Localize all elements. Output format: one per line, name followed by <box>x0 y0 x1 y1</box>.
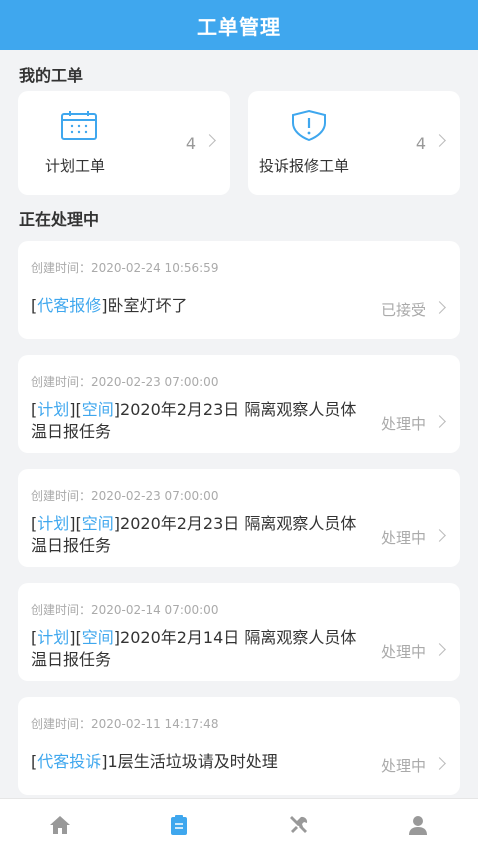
chevron-right-icon <box>433 301 446 314</box>
work-order-title: [代客投诉]1层生活垃圾请及时处理 <box>31 752 278 771</box>
tab-profile[interactable] <box>359 799 478 850</box>
status-label: 处理中 <box>380 643 426 661</box>
chevron-right-icon <box>203 134 216 147</box>
chevron-right-icon <box>433 757 446 770</box>
status-label: 已接受 <box>380 301 426 319</box>
work-order-text: 1层生活垃圾请及时处理 <box>107 752 278 771</box>
chevron-right-icon <box>433 529 446 542</box>
work-order-item[interactable]: 创建时间：2020-02-14 07:00:00 [计划][空间]2020年2月1… <box>18 583 460 681</box>
clipboard-icon <box>171 814 188 835</box>
complaint-order-label: 投诉报修工单 <box>259 157 350 175</box>
work-order-title: [代客报修]卧室灯坏了 <box>31 296 188 315</box>
created-time: 创建时间：2020-02-23 07:00:00 <box>31 489 219 503</box>
plan-order-card[interactable]: 计划工单 4 <box>18 91 230 195</box>
work-order-text: 卧室灯坏了 <box>107 296 188 315</box>
created-time: 创建时间：2020-02-14 07:00:00 <box>31 603 219 617</box>
complaint-order-card[interactable]: 投诉报修工单 4 <box>248 91 460 195</box>
plan-order-label: 计划工单 <box>45 157 106 175</box>
tab-home[interactable] <box>0 799 120 850</box>
work-order-tag: 计划 <box>37 514 70 533</box>
bottom-tabbar <box>0 798 478 850</box>
processing-title: 正在处理中 <box>19 210 100 229</box>
work-order-title: [计划][空间]2020年2月23日 隔离观察人员体温日报任务 <box>31 400 357 441</box>
work-order-text: 2020年2月23日 隔离观察人员体温日报任务 <box>31 514 357 555</box>
work-order-text: 2020年2月14日 隔离观察人员体温日报任务 <box>31 628 357 669</box>
my-orders-cards: 计划工单 4 投诉报修工单 4 <box>18 91 460 195</box>
chevron-right-icon <box>433 643 446 656</box>
work-order-item[interactable]: 创建时间：2020-02-23 07:00:00 [计划][空间]2020年2月2… <box>18 355 460 453</box>
tools-icon <box>289 815 307 833</box>
work-order-tag: 计划 <box>37 400 70 419</box>
status-label: 处理中 <box>380 757 426 775</box>
work-order-tag: 代客投诉 <box>37 752 102 771</box>
work-order-item[interactable]: 创建时间：2020-02-24 10:56:59 [代客报修]卧室灯坏了 已接受 <box>18 241 460 339</box>
home-icon <box>49 815 70 834</box>
work-order-tag: 空间 <box>81 514 114 533</box>
tab-orders[interactable] <box>120 799 240 850</box>
chevron-right-icon <box>433 134 446 147</box>
status-label: 处理中 <box>380 529 426 547</box>
shield-alert-icon <box>292 109 326 141</box>
work-order-tag: 空间 <box>81 628 114 647</box>
chevron-right-icon <box>433 415 446 428</box>
work-order-item[interactable]: 创建时间：2020-02-23 07:00:00 [计划][空间]2020年2月2… <box>18 469 460 567</box>
work-order-title: [计划][空间]2020年2月14日 隔离观察人员体温日报任务 <box>31 628 357 669</box>
created-time: 创建时间：2020-02-24 10:56:59 <box>31 261 219 275</box>
status-label: 处理中 <box>380 415 426 433</box>
work-order-item[interactable]: 创建时间：2020-02-11 14:17:48 [代客投诉]1层生活垃圾请及时处… <box>18 697 460 795</box>
calendar-icon <box>61 111 97 140</box>
work-order-title: [计划][空间]2020年2月23日 隔离观察人员体温日报任务 <box>31 514 357 555</box>
processing-list: 创建时间：2020-02-24 10:56:59 [代客报修]卧室灯坏了 已接受 创建… <box>18 241 460 811</box>
user-icon <box>409 815 428 835</box>
complaint-order-count: 4 <box>415 134 426 153</box>
app-header: 工单管理 <box>0 0 478 50</box>
plan-order-count: 4 <box>185 134 196 153</box>
work-order-tag: 空间 <box>81 400 114 419</box>
work-order-tag: 代客报修 <box>37 296 102 315</box>
page-title: 工单管理 <box>197 14 281 39</box>
work-order-tag: 计划 <box>37 628 70 647</box>
tab-tools[interactable] <box>239 799 359 850</box>
work-order-text: 2020年2月23日 隔离观察人员体温日报任务 <box>31 400 357 441</box>
my-orders-title: 我的工单 <box>19 66 84 85</box>
created-time: 创建时间：2020-02-23 07:00:00 <box>31 375 219 389</box>
created-time: 创建时间：2020-02-11 14:17:48 <box>31 717 219 731</box>
